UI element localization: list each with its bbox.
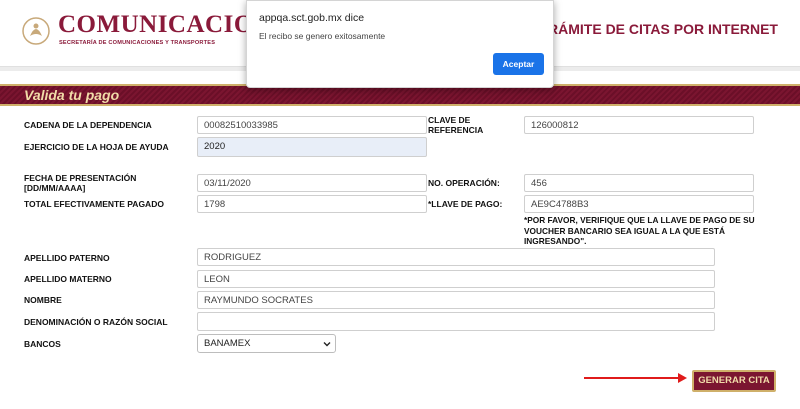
operacion-input[interactable]: 456 <box>524 174 754 192</box>
llave-input[interactable]: AE9C4788B3 <box>524 195 754 213</box>
dependencia-label: CADENA DE LA DEPENDENCIA <box>24 120 152 130</box>
ejercicio-input[interactable]: 2020 <box>197 137 427 157</box>
alert-dialog: appqa.sct.gob.mx dice El recibo se gener… <box>246 0 554 88</box>
apellido-paterno-label: APELLIDO PATERNO <box>24 253 110 263</box>
nombre-label: NOMBRE <box>24 295 62 305</box>
razon-social-input[interactable] <box>197 312 715 331</box>
operacion-label: NO. OPERACIÓN: <box>428 178 500 188</box>
dialog-host: appqa.sct.gob.mx dice <box>259 12 365 24</box>
total-input[interactable]: 1798 <box>197 195 427 213</box>
clave-referencia-input[interactable]: 126000812 <box>524 116 754 134</box>
chevron-down-icon <box>323 342 331 347</box>
total-label: TOTAL EFECTIVAMENTE PAGADO <box>24 199 164 209</box>
dependencia-input[interactable]: 00082510033985 <box>197 116 427 134</box>
fecha-input[interactable]: 03/11/2020 <box>197 174 427 192</box>
dialog-message: El recibo se genero exitosamente <box>259 31 386 41</box>
apellido-materno-label: APELLIDO MATERNO <box>24 274 112 284</box>
nombre-input[interactable]: RAYMUNDO SOCRATES <box>197 291 715 309</box>
clave-referencia-label: CLAVE DE REFERENCIA <box>428 115 484 135</box>
fecha-label: FECHA DE PRESENTACIÓN [DD/MM/AAAA] <box>24 173 137 193</box>
bancos-selected-value: BANAMEX <box>204 338 251 349</box>
generate-appointment-button[interactable]: GENERAR CITA <box>692 370 776 392</box>
page: COMUNICACIONES SECRETARÍA DE COMUNICACIO… <box>0 0 800 409</box>
bancos-select[interactable]: BANAMEX <box>197 334 336 353</box>
ejercicio-label: EJERCICIO DE LA HOJA DE AYUDA <box>24 142 169 152</box>
brand-subtitle: SECRETARÍA DE COMUNICACIONES Y TRANSPORT… <box>59 40 216 46</box>
eagle-seal-icon <box>22 17 50 45</box>
razon-social-label: DENOMINACIÓN O RAZÓN SOCIAL <box>24 317 168 327</box>
page-heading: TRÁMITE DE CITAS POR INTERNET <box>539 21 778 37</box>
llave-note: *POR FAVOR, VERIFIQUE QUE LA LLAVE DE PA… <box>524 215 755 246</box>
section-title: Valida tu pago <box>24 87 120 103</box>
llave-label: *LLAVE DE PAGO: <box>428 199 503 209</box>
accept-button[interactable]: Aceptar <box>493 53 544 75</box>
apellido-paterno-input[interactable]: RODRIGUEZ <box>197 248 715 266</box>
red-arrow-icon <box>584 373 687 383</box>
bancos-label: BANCOS <box>24 339 61 349</box>
apellido-materno-input[interactable]: LEON <box>197 270 715 288</box>
